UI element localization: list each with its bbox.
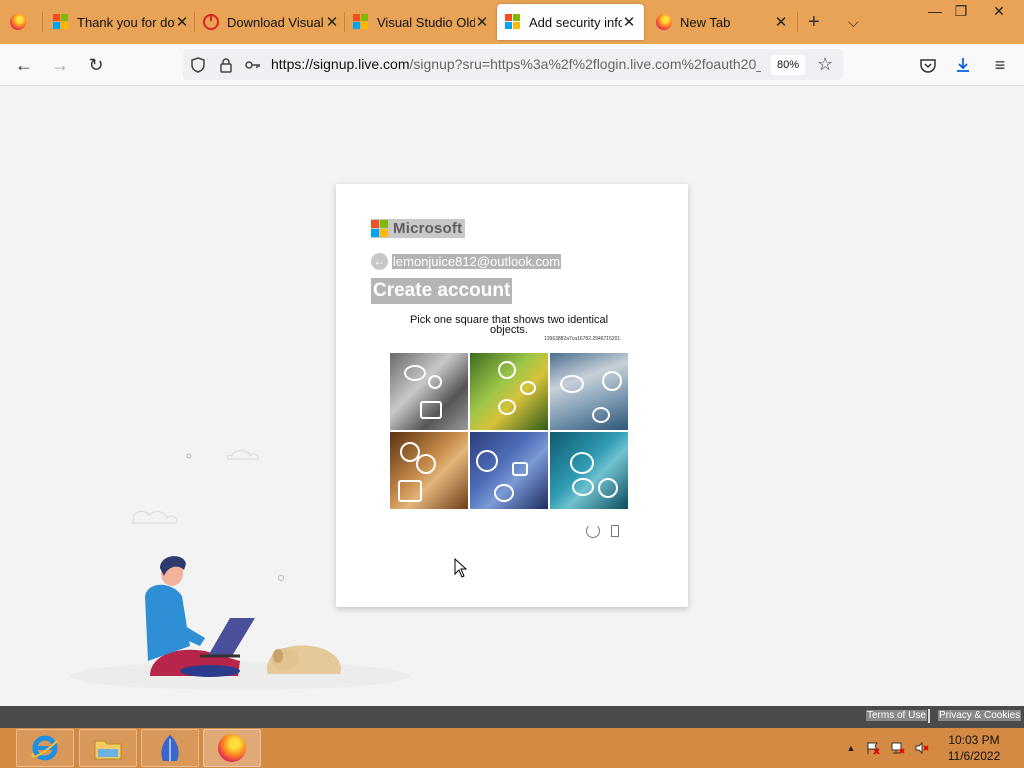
menu-button[interactable]: ≡ (987, 52, 1013, 78)
tab-thank-you[interactable]: Thank you for downloading ✕ (53, 0, 189, 44)
privacy-cookies-link[interactable]: Privacy & Cookies (938, 710, 1022, 721)
tab-separator (42, 12, 43, 32)
blue-app-icon (161, 735, 179, 761)
close-icon[interactable]: ✕ (622, 13, 636, 31)
minimize-icon: — (928, 3, 942, 19)
downloads-button[interactable] (950, 52, 976, 78)
key-icon[interactable] (245, 57, 261, 73)
restore-button[interactable]: ❐ (944, 0, 978, 22)
shield-icon[interactable] (190, 57, 206, 73)
pocket-button[interactable] (915, 52, 941, 78)
chevron-down-icon: ⌵ (848, 13, 859, 30)
microsoft-icon (353, 14, 369, 30)
volume-muted-icon[interactable] (915, 741, 929, 755)
plus-icon: + (808, 10, 820, 33)
reload-button[interactable]: ↻ (83, 52, 109, 78)
firefox-icon (218, 734, 246, 762)
close-icon[interactable]: ✕ (175, 13, 189, 31)
microsoft-icon (53, 14, 69, 30)
file-explorer-button[interactable] (79, 729, 137, 767)
arrow-right-icon: → (51, 54, 69, 75)
close-icon: ✕ (993, 2, 1005, 19)
windows-taskbar: ▲ 10:03 PM 11/6/2022 (0, 728, 1024, 768)
tab-label: Download Visual Studio (227, 14, 325, 30)
close-window-button[interactable]: ✕ (982, 0, 1016, 22)
captcha-tile-3[interactable] (550, 353, 628, 430)
bookmark-star-icon[interactable]: ☆ (817, 54, 833, 75)
tab-new-tab[interactable]: New Tab ✕ (656, 0, 788, 44)
microsoft-brand: Microsoft (371, 219, 466, 238)
captcha-prompt: Pick one square that shows two identical… (409, 314, 609, 336)
footer-divider (928, 709, 930, 723)
microsoft-icon (505, 14, 521, 30)
tab-separator (344, 12, 345, 32)
new-tab-button[interactable]: + (808, 0, 828, 44)
internet-explorer-button[interactable] (16, 729, 74, 767)
refresh-captcha-icon[interactable] (586, 524, 600, 538)
url-host: https://signup.live.com (271, 56, 410, 72)
signup-card: Microsoft ← lemonjuice812@outlook.com Cr… (336, 184, 688, 607)
captcha-tile-4[interactable] (390, 432, 468, 509)
tab-firefox-view[interactable] (10, 0, 34, 44)
system-clock[interactable]: 10:03 PM 11/6/2022 (938, 732, 1010, 764)
download-icon (957, 58, 969, 72)
zoom-level-badge[interactable]: 80% (771, 55, 805, 75)
forward-button[interactable]: → (47, 52, 73, 78)
tab-label: New Tab (680, 14, 731, 30)
network-icon[interactable] (891, 741, 905, 755)
tab-label: Thank you for downloading (77, 14, 175, 30)
microsoft-logo-icon (371, 220, 388, 237)
clock-time: 10:03 PM (948, 733, 1000, 747)
lock-icon[interactable] (218, 57, 234, 73)
url-text[interactable]: https://signup.live.com/signup?sru=https… (271, 56, 761, 72)
hamburger-menu-icon: ≡ (994, 54, 1006, 75)
captcha-challenge-id: 13963882a7ca16782.2946715201 (544, 336, 621, 342)
pocket-icon (920, 58, 936, 73)
page-content: Microsoft ← lemonjuice812@outlook.com Cr… (0, 86, 1024, 706)
captcha-tile-5[interactable] (470, 432, 548, 509)
internet-explorer-icon (31, 735, 58, 761)
page-footer: Terms of Use Privacy & Cookies (0, 706, 1024, 728)
tab-separator (797, 12, 798, 32)
tab-add-security-info[interactable]: Add security info ✕ (497, 4, 644, 40)
identity-banner: ← lemonjuice812@outlook.com (371, 252, 562, 270)
address-bar[interactable]: https://signup.live.com/signup?sru=https… (183, 49, 843, 80)
captcha-tile-2[interactable] (470, 353, 548, 430)
tab-label: Visual Studio Older Downloads (377, 14, 475, 30)
action-center-flag-icon[interactable] (866, 741, 880, 755)
close-icon[interactable]: ✕ (325, 13, 339, 31)
close-icon[interactable]: ✕ (475, 13, 489, 31)
back-arrow-icon[interactable]: ← (371, 252, 388, 270)
captcha-tile-1[interactable] (390, 353, 468, 430)
page-title: Create account (371, 278, 513, 304)
clock-date: 11/6/2022 (947, 749, 1001, 763)
captcha-grid (390, 353, 628, 510)
tab-label: Add security info (529, 14, 622, 30)
arrow-left-icon: ← (15, 54, 33, 75)
mouse-cursor-icon (454, 558, 468, 578)
close-icon[interactable]: ✕ (774, 13, 788, 31)
power-icon (203, 14, 219, 30)
terms-of-use-link[interactable]: Terms of Use (866, 710, 927, 721)
tab-visual-studio-older[interactable]: Visual Studio Older Downloads ✕ (353, 0, 489, 44)
show-hidden-icons-chevron-icon[interactable]: ▲ (844, 741, 858, 755)
firefox-icon (656, 14, 672, 30)
firefox-taskbar-button[interactable] (203, 729, 261, 767)
back-button[interactable]: ← (11, 52, 37, 78)
navigation-toolbar: ← → ↻ https://signup.live.com/signup?sru… (0, 44, 1024, 86)
firefox-icon (10, 14, 26, 30)
browser-tab-strip: Thank you for downloading ✕ Download Vis… (0, 0, 1024, 44)
tab-download-visual-studio[interactable]: Download Visual Studio ✕ (203, 0, 339, 44)
brand-name: Microsoft (393, 220, 463, 237)
identity-email: lemonjuice812@outlook.com (392, 253, 562, 269)
url-path: /signup?sru=https%3a%2f%2flogin.live.com… (409, 56, 761, 72)
captcha-tile-6[interactable] (550, 432, 628, 509)
folder-icon (94, 740, 122, 760)
reload-icon: ↻ (88, 54, 104, 75)
audio-captcha-icon[interactable] (611, 525, 619, 537)
restore-icon: ❐ (954, 2, 968, 19)
app-shortcut-button[interactable] (141, 729, 199, 767)
tab-separator (194, 12, 195, 32)
list-all-tabs-button[interactable]: ⌵ (848, 0, 868, 44)
